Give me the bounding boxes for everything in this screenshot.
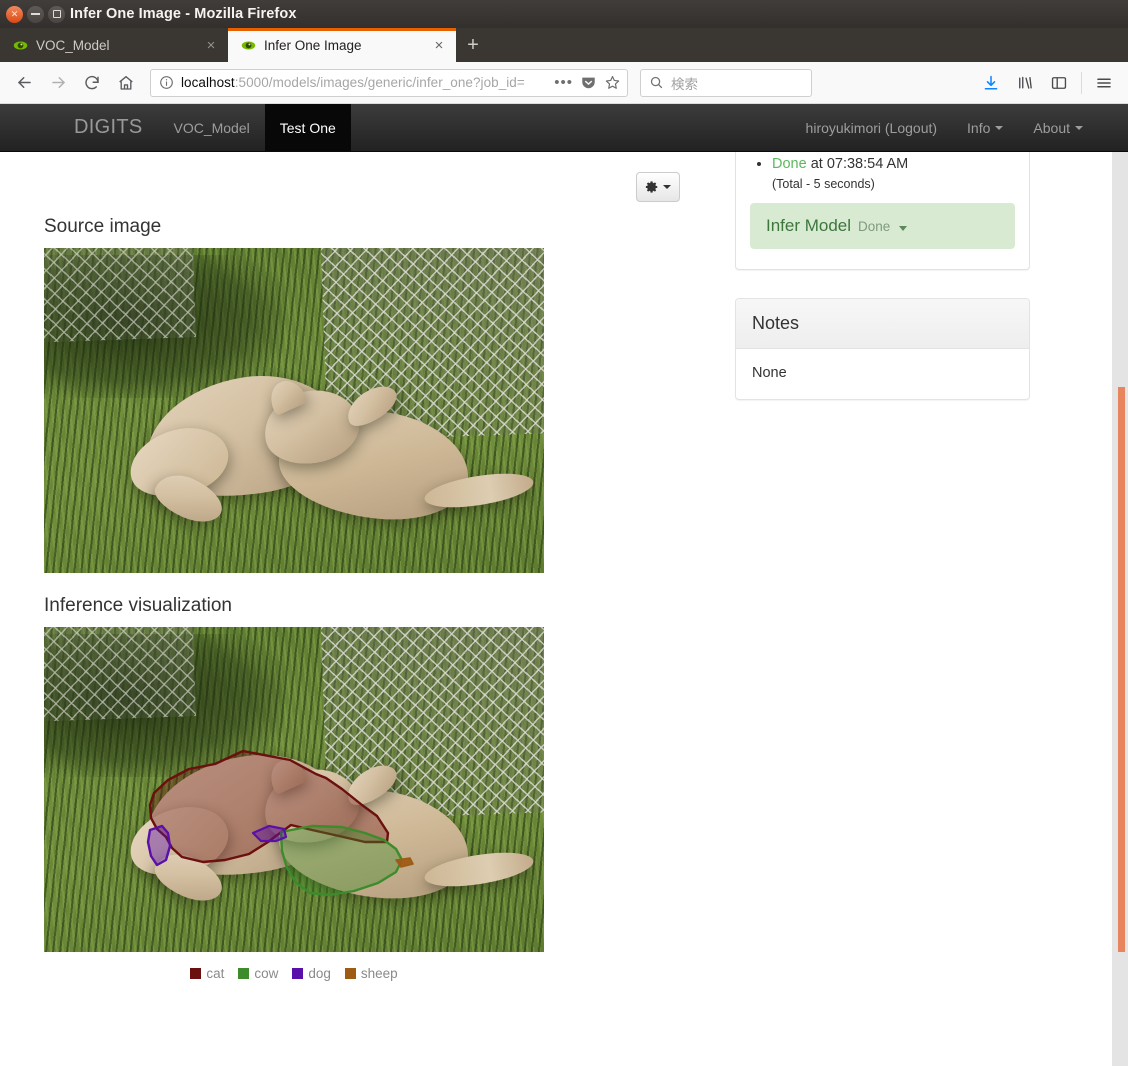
sidebar-column: Running at 07:38:50 AM (4 seconds) Done … <box>735 152 1030 401</box>
nav-item-voc-model[interactable]: VOC_Model <box>158 104 264 151</box>
nav-menu-info-label: Info <box>967 119 991 136</box>
tab-voc-model[interactable]: VOC_Model × <box>0 28 228 62</box>
new-tab-button[interactable]: + <box>456 28 490 62</box>
infer-model-state: Done <box>858 219 891 235</box>
search-icon <box>649 75 664 90</box>
toolbar-right-controls <box>975 67 1120 99</box>
bookmark-star-icon[interactable] <box>604 74 621 91</box>
browser-toolbar: localhost:5000/models/images/generic/inf… <box>0 62 1128 104</box>
inference-visualization-image <box>44 627 544 952</box>
close-icon: ✕ <box>10 8 19 19</box>
legend-label: sheep <box>360 966 398 981</box>
tab-close-icon[interactable]: × <box>430 36 448 54</box>
url-text: localhost:5000/models/images/generic/inf… <box>181 75 547 90</box>
back-button[interactable] <box>8 67 40 99</box>
tab-close-icon[interactable]: × <box>202 36 220 54</box>
home-button[interactable] <box>110 67 142 99</box>
legend-item-cow: cow <box>238 966 278 981</box>
source-image <box>44 248 544 573</box>
segmentation-legend: cat cow dog sheep <box>44 960 544 981</box>
segment-dog-left <box>146 824 172 867</box>
forward-button[interactable] <box>42 67 74 99</box>
nav-menu-about-label: About <box>1033 119 1070 136</box>
notes-title: Notes <box>752 313 800 334</box>
window-title: Infer One Image - Mozilla Firefox <box>70 6 297 22</box>
nav-menu-about[interactable]: About <box>1018 104 1098 151</box>
window-close-button[interactable]: ✕ <box>6 5 23 23</box>
window-maximize-button[interactable] <box>48 5 65 23</box>
tab-label: VOC_Model <box>36 37 110 53</box>
nvidia-eye-icon <box>12 37 28 53</box>
nav-user-logout[interactable]: hiroyukimori (Logout) <box>791 104 953 151</box>
job-status-body: Running at 07:38:50 AM (4 seconds) Done … <box>736 152 1029 269</box>
nav-menu-info[interactable]: Info <box>952 104 1018 151</box>
page-viewport: Source image Inference visualization cat… <box>0 152 1128 1066</box>
inference-visualization-title: Inference visualization <box>44 595 232 616</box>
status-state[interactable]: Done <box>772 156 807 172</box>
legend-item-dog: dog <box>292 966 331 981</box>
notes-header: Notes <box>736 299 1029 350</box>
chevron-down-icon <box>899 226 908 232</box>
legend-item-sheep: sheep <box>344 966 398 981</box>
job-status-panel: Running at 07:38:50 AM (4 seconds) Done … <box>735 152 1030 271</box>
scrollbar-thumb[interactable] <box>1118 387 1125 952</box>
tab-strip: VOC_Model × Infer One Image × + <box>0 28 1128 62</box>
tab-infer-one-image[interactable]: Infer One Image × <box>228 28 456 62</box>
nvidia-eye-icon <box>240 37 256 53</box>
pocket-icon[interactable] <box>580 74 597 91</box>
menu-button[interactable] <box>1088 67 1120 99</box>
toolbar-row <box>30 152 680 202</box>
settings-dropdown-button[interactable] <box>636 172 680 202</box>
legend-label: dog <box>308 966 331 981</box>
app-navbar-right: hiroyukimori (Logout) Info About <box>791 104 1128 151</box>
legend-swatch-dog <box>292 968 304 979</box>
notes-panel: Notes None <box>735 298 1030 401</box>
browser-window: ✕ Infer One Image - Mozilla Firefox VOC_… <box>0 0 1128 1066</box>
infer-model-job-button[interactable]: Infer Model Done <box>750 203 1015 250</box>
title-bar: ✕ Infer One Image - Mozilla Firefox <box>0 0 1128 28</box>
gear-icon <box>645 180 659 194</box>
sidebar-button[interactable] <box>1043 67 1075 99</box>
legend-item-cat: cat <box>190 966 224 981</box>
page-actions-icon[interactable]: ••• <box>554 74 573 91</box>
url-path: :5000/models/images/generic/infer_one?jo… <box>234 75 525 90</box>
page-content: Source image Inference visualization cat… <box>0 152 1105 1066</box>
chevron-down-icon <box>1075 125 1083 130</box>
tab-label: Infer One Image <box>264 37 362 53</box>
search-input[interactable]: 検索 <box>671 73 698 93</box>
fence-left <box>44 248 196 342</box>
app-navbar: DIGITS VOC_Model Test One hiroyukimori (… <box>0 104 1128 152</box>
toolbar-separator <box>1081 71 1082 94</box>
legend-label: cow <box>254 966 279 981</box>
job-status-list: Running at 07:38:50 AM (4 seconds) Done … <box>750 152 1015 175</box>
info-circle-icon[interactable] <box>159 75 174 90</box>
maximize-icon <box>52 10 61 18</box>
chevron-down-icon <box>995 125 1004 130</box>
legend-swatch-sheep <box>344 968 356 979</box>
legend-label: cat <box>206 966 225 981</box>
notes-body: None <box>752 365 787 382</box>
window-minimize-button[interactable] <box>27 5 44 23</box>
images-column: Source image Inference visualization cat… <box>44 216 684 981</box>
legend-swatch-cat <box>190 968 202 979</box>
source-image-title: Source image <box>44 216 162 237</box>
status-time: at 07:38:54 AM <box>810 156 909 173</box>
reload-button[interactable] <box>76 67 108 99</box>
url-host: localhost <box>181 75 235 90</box>
app-brand[interactable]: DIGITS <box>74 104 158 151</box>
search-bar[interactable]: 検索 <box>640 68 812 97</box>
status-item-done: Done at 07:38:54 AM <box>772 154 1015 175</box>
nav-item-test-one[interactable]: Test One <box>264 104 351 151</box>
downloads-button[interactable] <box>975 67 1007 99</box>
status-total: (Total - 5 seconds) <box>772 177 875 192</box>
chevron-down-icon <box>663 185 671 189</box>
page-scrollbar[interactable] <box>1112 152 1128 1066</box>
url-bar[interactable]: localhost:5000/models/images/generic/inf… <box>150 68 628 97</box>
window-controls: ✕ <box>6 5 65 23</box>
legend-swatch-cow <box>238 968 250 979</box>
library-button[interactable] <box>1009 67 1041 99</box>
segmentation-overlay <box>146 749 414 897</box>
minimize-icon <box>31 13 40 15</box>
infer-model-title: Infer Model <box>766 216 852 236</box>
